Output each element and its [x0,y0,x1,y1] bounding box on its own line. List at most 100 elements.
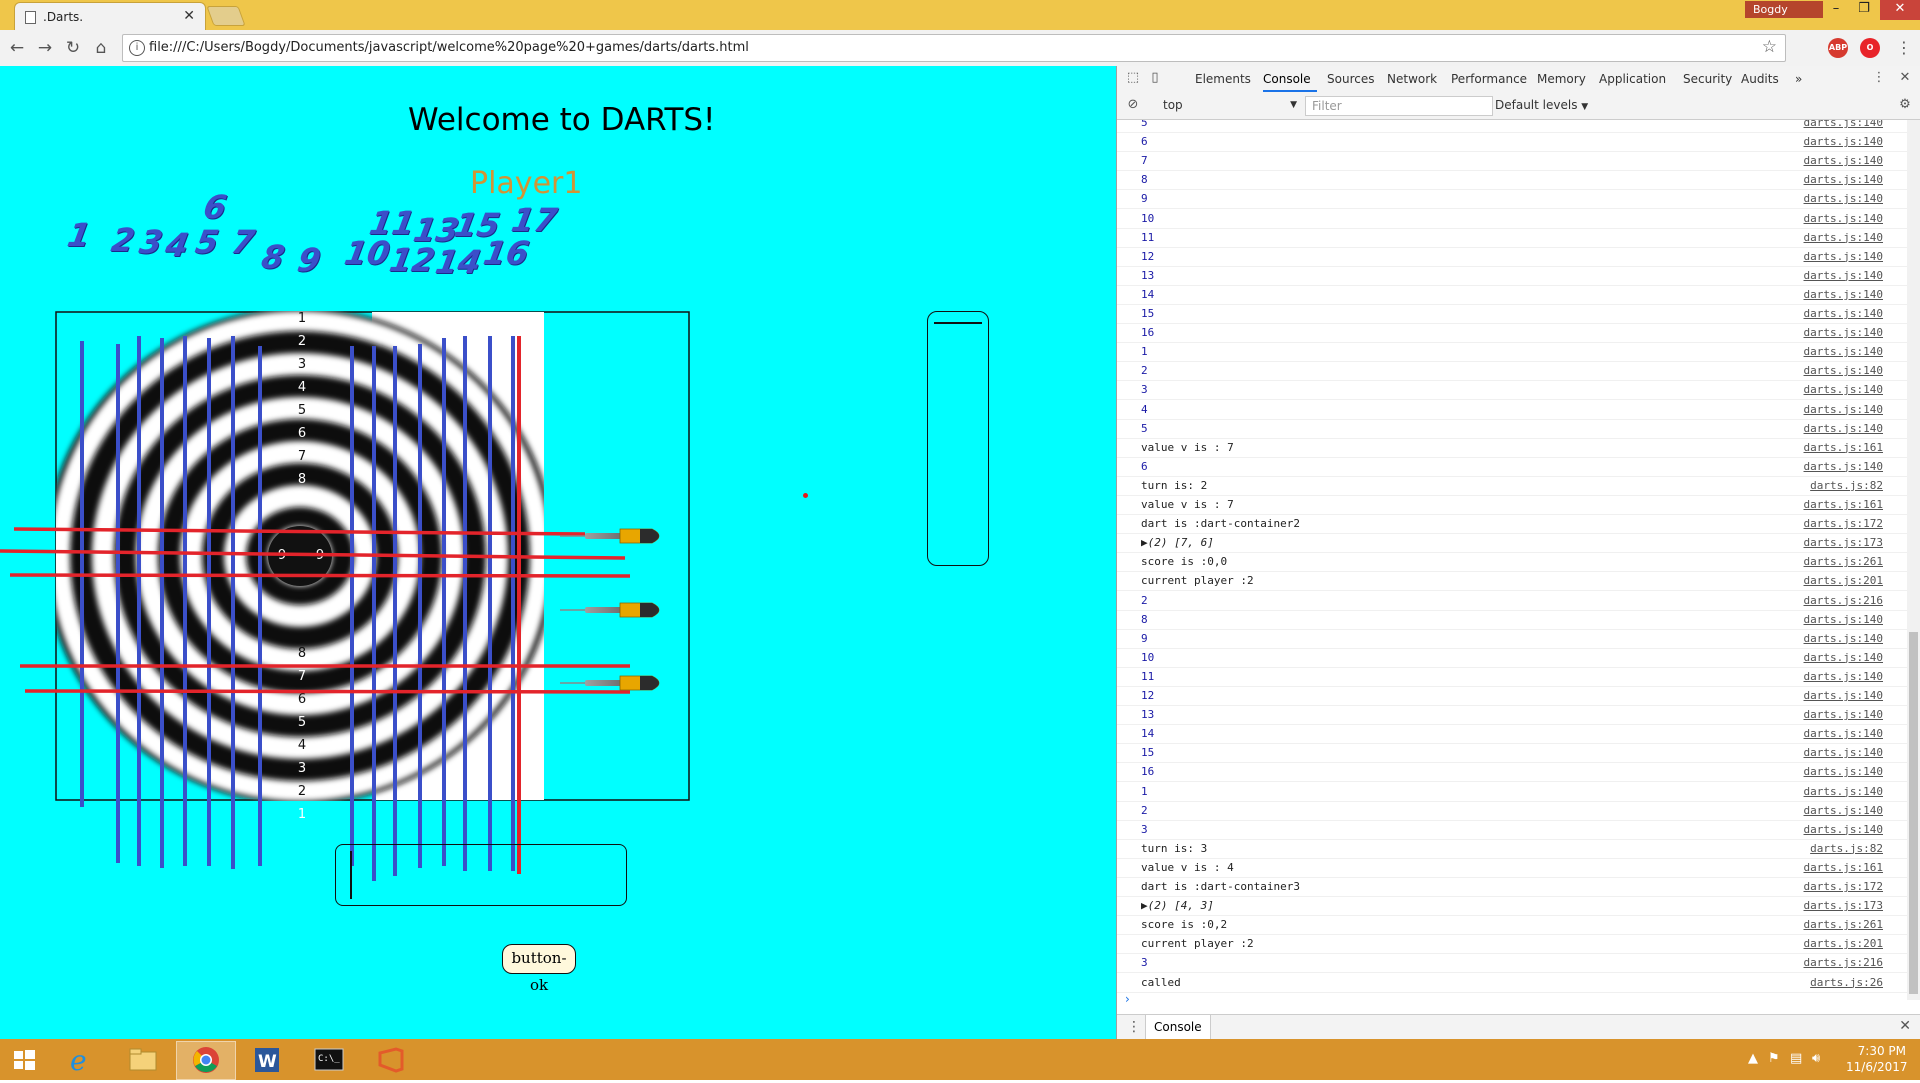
info-icon[interactable]: i [129,40,145,56]
console-source-link[interactable]: darts.js:172 [1804,517,1883,530]
console-source-link[interactable]: darts.js:140 [1804,632,1883,645]
taskbar-word[interactable]: W [238,1041,296,1078]
taskbar-chrome[interactable] [176,1041,236,1080]
console-source-link[interactable]: darts.js:140 [1804,269,1883,282]
console-source-link[interactable]: darts.js:140 [1804,154,1883,167]
devtools-menu-icon[interactable]: ⋮ [1871,70,1887,86]
reload-icon[interactable]: ↻ [62,37,84,59]
taskbar-ie[interactable]: e [52,1041,110,1078]
tab-application[interactable]: Application [1599,72,1666,86]
console-source-link[interactable]: darts.js:201 [1804,574,1883,587]
console-source-link[interactable]: darts.js:140 [1804,173,1883,186]
tab-memory[interactable]: Memory [1537,72,1586,86]
device-toolbar-icon[interactable]: ▯ [1147,70,1163,86]
new-tab-button[interactable] [206,6,246,26]
console-source-link[interactable]: darts.js:140 [1804,823,1883,836]
console-source-link[interactable]: darts.js:161 [1804,861,1883,874]
tab-console[interactable]: Console [1263,72,1311,86]
console-source-link[interactable]: darts.js:140 [1804,326,1883,339]
context-select[interactable]: top ▼ [1157,96,1301,114]
console-source-link[interactable]: darts.js:140 [1804,651,1883,664]
home-icon[interactable]: ⌂ [90,37,112,59]
console-source-link[interactable]: darts.js:172 [1804,880,1883,893]
tab-security[interactable]: Security [1683,72,1732,86]
clear-console-icon[interactable]: ⊘ [1125,97,1141,113]
console-source-link[interactable]: darts.js:140 [1804,422,1883,435]
console-source-link[interactable]: darts.js:261 [1804,555,1883,568]
console-source-link[interactable]: darts.js:201 [1804,937,1883,950]
volume-icon[interactable]: 🔊︎ [1812,1051,1820,1066]
console-source-link[interactable]: darts.js:140 [1804,708,1883,721]
profile-button[interactable]: Bogdy [1745,1,1823,18]
console-source-link[interactable]: darts.js:140 [1804,364,1883,377]
minimize-button[interactable]: – [1822,0,1850,20]
opera-extension-icon[interactable]: O [1860,38,1880,58]
console-source-link[interactable]: darts.js:140 [1804,403,1883,416]
drawer-tab-console[interactable]: Console [1145,1015,1211,1039]
back-icon[interactable]: ← [6,37,28,59]
ok-button[interactable]: button-ok [502,944,576,994]
console-message-text[interactable]: ▶(2) [4, 3] [1141,899,1214,912]
tab-audits[interactable]: Audits [1741,72,1779,86]
console-message-text[interactable]: ▶(2) [7, 6] [1141,536,1214,549]
tray-expand-icon[interactable]: ▲ [1748,1051,1758,1066]
console-source-link[interactable]: darts.js:26 [1810,976,1883,989]
console-source-link[interactable]: darts.js:140 [1804,613,1883,626]
console-source-link[interactable]: darts.js:140 [1804,765,1883,778]
tab-close-icon[interactable]: ✕ [183,8,195,24]
console-source-link[interactable]: darts.js:140 [1804,288,1883,301]
console-source-link[interactable]: darts.js:161 [1804,498,1883,511]
taskbar-visual-studio[interactable] [362,1041,420,1078]
console-source-link[interactable]: darts.js:140 [1804,345,1883,358]
console-source-link[interactable]: darts.js:261 [1804,918,1883,931]
tab-network[interactable]: Network [1387,72,1437,86]
console-source-link[interactable]: darts.js:82 [1810,479,1883,492]
inspect-element-icon[interactable]: ⬚ [1125,70,1141,86]
browser-tab[interactable]: .Darts. ✕ [14,2,206,31]
console-prompt[interactable]: › [1125,992,1130,1006]
filter-input[interactable]: Filter [1305,96,1493,116]
taskbar-cmd[interactable]: C:\_ [300,1041,358,1078]
console-source-link[interactable]: darts.js:140 [1804,192,1883,205]
drawer-close-icon[interactable]: ✕ [1899,1018,1911,1034]
devtools-close-icon[interactable]: ✕ [1897,70,1913,86]
console-source-link[interactable]: darts.js:140 [1804,727,1883,740]
console-source-link[interactable]: darts.js:140 [1804,670,1883,683]
taskbar-clock[interactable]: 7:30 PM 11/6/2017 [1846,1043,1908,1075]
console-source-link[interactable]: darts.js:173 [1804,899,1883,912]
console-source-link[interactable]: darts.js:140 [1804,746,1883,759]
console-scrollbar[interactable] [1907,120,1920,1000]
console-source-link[interactable]: darts.js:140 [1804,135,1883,148]
console-settings-icon[interactable]: ⚙ [1897,97,1913,113]
console-source-link[interactable]: darts.js:140 [1804,460,1883,473]
start-button[interactable] [0,1041,48,1078]
adblock-icon[interactable]: ABP [1828,38,1848,58]
bookmark-star-icon[interactable]: ☆ [1762,37,1777,57]
console-source-link[interactable]: darts.js:140 [1804,212,1883,225]
network-icon[interactable]: ⚑ [1768,1051,1780,1066]
taskbar-explorer[interactable] [114,1041,172,1078]
close-window-button[interactable]: ✕ [1880,0,1920,20]
tab-sources[interactable]: Sources [1327,72,1374,86]
console-source-link[interactable]: darts.js:82 [1810,842,1883,855]
levels-dropdown[interactable]: Default levels ▼ [1495,98,1588,112]
console-source-link[interactable]: darts.js:140 [1804,785,1883,798]
forward-icon[interactable]: → [34,37,56,59]
chrome-menu-icon[interactable]: ⋮ [1896,38,1912,57]
console-source-link[interactable]: darts.js:216 [1804,956,1883,969]
console-source-link[interactable]: darts.js:140 [1804,120,1883,129]
drawer-menu-icon[interactable]: ⋮ [1127,1019,1141,1035]
tab-performance[interactable]: Performance [1451,72,1527,86]
tab-elements[interactable]: Elements [1195,72,1251,86]
console-source-link[interactable]: darts.js:173 [1804,536,1883,549]
console-source-link[interactable]: darts.js:140 [1804,250,1883,263]
console-source-link[interactable]: darts.js:140 [1804,307,1883,320]
answer-input[interactable] [335,844,627,906]
console-source-link[interactable]: darts.js:140 [1804,689,1883,702]
more-tabs-icon[interactable]: » [1795,72,1802,86]
restore-button[interactable]: ❐ [1850,0,1878,20]
connection-icon[interactable]: ▤ [1790,1051,1802,1066]
console-source-link[interactable]: darts.js:140 [1804,804,1883,817]
scrollbar-thumb[interactable] [1909,632,1918,994]
address-bar[interactable]: i file:///C:/Users/Bogdy/Documents/javas… [122,34,1786,62]
